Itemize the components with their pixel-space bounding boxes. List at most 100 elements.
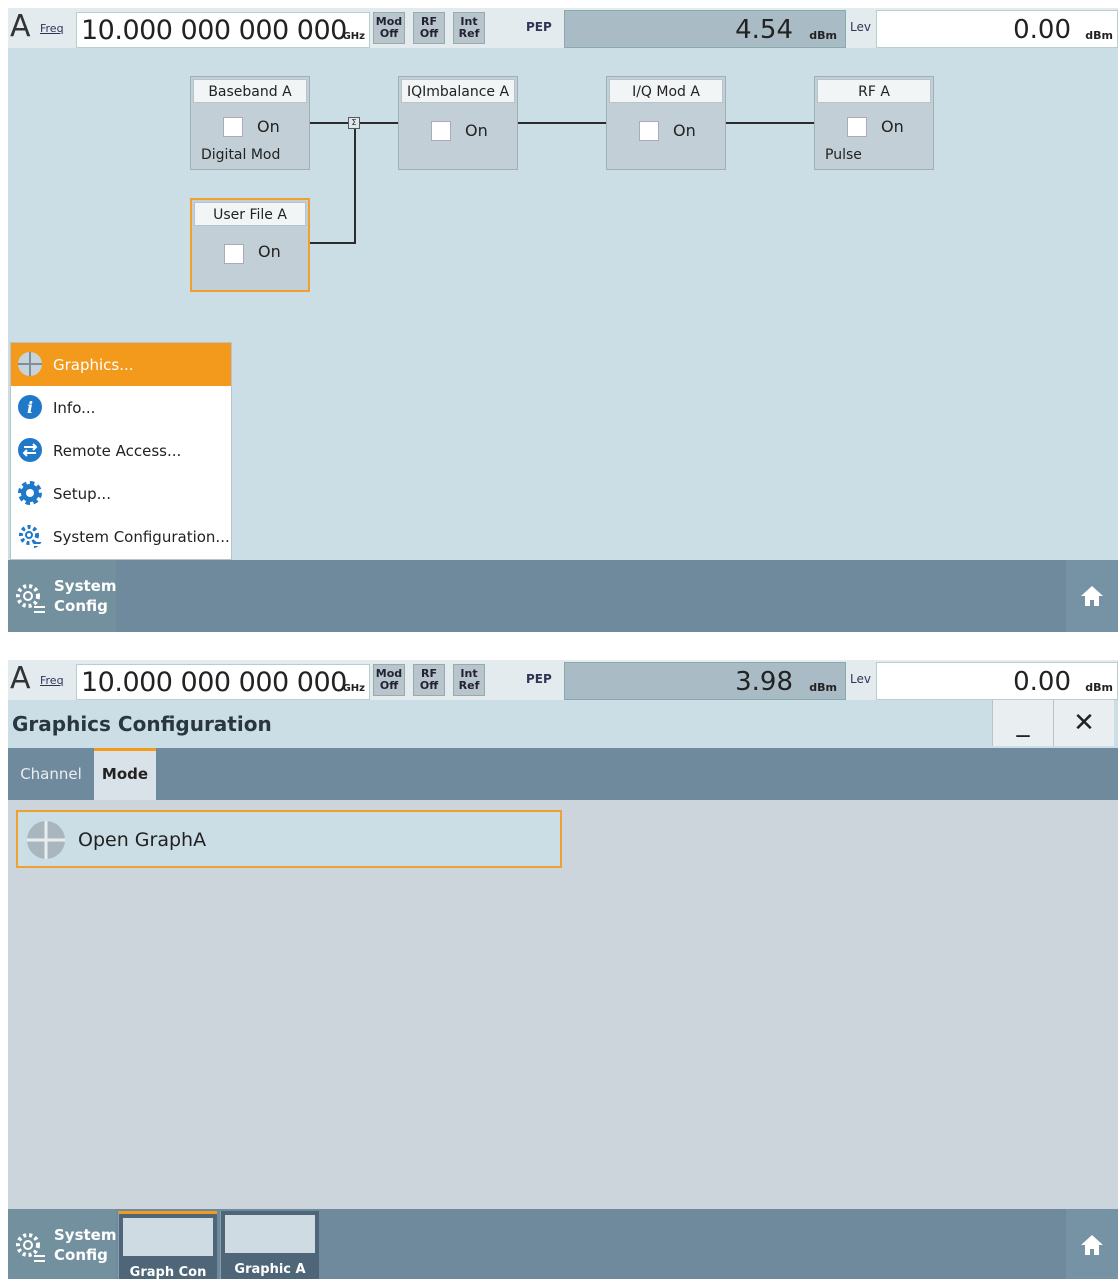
pep-label: PEP xyxy=(526,672,552,686)
level-field[interactable]: 0.00 dBm xyxy=(876,10,1118,48)
int-ref-button[interactable]: Int Ref xyxy=(453,664,485,696)
frequency-value: 10.000 000 000 000 xyxy=(81,667,347,698)
rf-state: Off xyxy=(419,679,439,692)
level-unit: dBm xyxy=(1085,29,1113,42)
pep-unit: dBm xyxy=(809,681,837,694)
remote-access-icon xyxy=(18,438,42,462)
rf-title[interactable]: RF A xyxy=(817,79,931,103)
rf-off-button[interactable]: RF Off xyxy=(413,664,445,696)
user-file-on-checkbox[interactable] xyxy=(224,244,244,264)
svg-text:i: i xyxy=(27,398,33,417)
mod-off-button[interactable]: Mod Off xyxy=(373,664,405,696)
freq-label[interactable]: Freq xyxy=(40,22,64,35)
menu-item-graphics[interactable]: Graphics... xyxy=(11,343,231,386)
iq-imbalance-on-checkbox[interactable] xyxy=(431,121,451,141)
thumbnail-preview xyxy=(225,1215,315,1253)
channel-indicator: A xyxy=(10,9,31,44)
baseband-on-label: On xyxy=(257,117,280,136)
menu-item-info[interactable]: i Info... xyxy=(11,386,231,429)
menu-item-label: Setup... xyxy=(53,485,111,503)
system-config-menu: Graphics... i Info... Remote Access... S… xyxy=(10,342,232,560)
iq-mod-title[interactable]: I/Q Mod A xyxy=(609,79,723,103)
graphics-icon xyxy=(27,821,65,859)
menu-item-setup[interactable]: Setup... xyxy=(11,472,231,515)
iq-mod-on-label: On xyxy=(673,121,696,140)
iq-imbalance-title[interactable]: IQImbalance A xyxy=(401,79,515,103)
signal-line xyxy=(354,122,356,244)
user-file-on-label: On xyxy=(258,242,281,261)
graphics-icon xyxy=(18,352,42,376)
rf-sub-label: Pulse xyxy=(825,147,862,163)
freq-label[interactable]: Freq xyxy=(40,674,64,687)
mod-off-button[interactable]: Mod Off xyxy=(373,12,405,44)
pep-value: 4.54 xyxy=(735,15,793,45)
ref-label: Ref xyxy=(458,27,480,40)
thumbnail-preview xyxy=(123,1218,213,1256)
mod-state: Off xyxy=(379,679,399,692)
minimize-button[interactable]: _ xyxy=(992,700,1053,746)
level-value: 0.00 xyxy=(1013,15,1071,45)
menu-item-label: Info... xyxy=(53,399,96,417)
system-label: System xyxy=(54,577,117,595)
status-bar: A Freq 10.000 000 000 000 GHz Mod Off RF O… xyxy=(8,660,1118,700)
config-label: Config xyxy=(54,1246,108,1264)
tab-mode[interactable]: Mode xyxy=(94,748,156,800)
iq-mod-block[interactable]: I/Q Mod A On xyxy=(606,76,726,170)
close-button[interactable]: ✕ xyxy=(1053,700,1114,746)
graphic-a-thumbnail[interactable]: Graphic A xyxy=(220,1211,319,1279)
home-button[interactable] xyxy=(1066,560,1118,632)
menu-item-remote-access[interactable]: Remote Access... xyxy=(11,429,231,472)
taskbar: System Config xyxy=(8,560,1118,632)
system-label: System xyxy=(54,1226,117,1244)
open-graph-label: Open GraphA xyxy=(78,829,207,851)
system-config-label: System Config xyxy=(54,576,116,616)
block-diagram-screen: A Freq 10.000 000 000 000 GHz Mod Off RF O… xyxy=(8,8,1118,632)
user-file-title[interactable]: User File A xyxy=(194,202,306,226)
graphics-configuration-screen: A Freq 10.000 000 000 000 GHz Mod Off RF O… xyxy=(8,660,1118,1279)
signal-line xyxy=(726,122,818,124)
tab-channel[interactable]: Channel xyxy=(8,748,94,800)
rf-block[interactable]: RF A On Pulse xyxy=(814,76,934,170)
baseband-block[interactable]: Baseband A On Digital Mod xyxy=(190,76,310,170)
iq-mod-on-checkbox[interactable] xyxy=(639,121,659,141)
rf-on-label: On xyxy=(881,117,904,136)
frequency-unit: GHz xyxy=(342,683,365,694)
dialog-title: Graphics Configuration xyxy=(12,712,272,736)
frequency-value: 10.000 000 000 000 xyxy=(81,15,347,46)
frequency-field[interactable]: 10.000 000 000 000 GHz xyxy=(76,12,370,48)
pep-unit: dBm xyxy=(809,29,837,42)
system-config-button[interactable]: System Config xyxy=(8,560,116,632)
frequency-unit: GHz xyxy=(342,31,365,42)
system-config-icon xyxy=(19,525,42,548)
graph-config-thumbnail[interactable]: Graph Con xyxy=(118,1211,217,1279)
open-graph-button[interactable]: Open GraphA xyxy=(16,810,562,868)
pep-label: PEP xyxy=(526,20,552,34)
info-icon: i xyxy=(18,395,42,419)
sum-junction: Σ xyxy=(348,117,360,129)
pep-display: 4.54 dBm xyxy=(564,10,846,48)
rf-off-button[interactable]: RF Off xyxy=(413,12,445,44)
rf-on-checkbox[interactable] xyxy=(847,117,867,137)
signal-line xyxy=(518,122,610,124)
level-label[interactable]: Lev xyxy=(850,672,871,686)
level-field[interactable]: 0.00 dBm xyxy=(876,662,1118,700)
int-ref-button[interactable]: Int Ref xyxy=(453,12,485,44)
home-icon xyxy=(1081,586,1103,606)
baseband-on-checkbox[interactable] xyxy=(223,117,243,137)
menu-item-label: System Configuration... xyxy=(53,528,230,546)
status-bar: A Freq 10.000 000 000 000 GHz Mod Off RF O… xyxy=(8,8,1118,48)
pep-display: 3.98 dBm xyxy=(564,662,846,700)
home-button[interactable] xyxy=(1066,1209,1118,1279)
level-unit: dBm xyxy=(1085,681,1113,694)
level-label[interactable]: Lev xyxy=(850,20,871,34)
baseband-title[interactable]: Baseband A xyxy=(193,79,307,103)
baseband-sub-label: Digital Mod xyxy=(201,147,281,163)
rf-state: Off xyxy=(419,27,439,40)
pep-value: 3.98 xyxy=(735,667,793,697)
signal-line xyxy=(310,242,356,244)
user-file-block[interactable]: User File A On xyxy=(190,198,310,292)
menu-item-system-configuration[interactable]: System Configuration... xyxy=(11,515,231,558)
system-config-button[interactable]: System Config xyxy=(8,1209,116,1279)
frequency-field[interactable]: 10.000 000 000 000 GHz xyxy=(76,664,370,700)
iq-imbalance-block[interactable]: IQImbalance A On xyxy=(398,76,518,170)
